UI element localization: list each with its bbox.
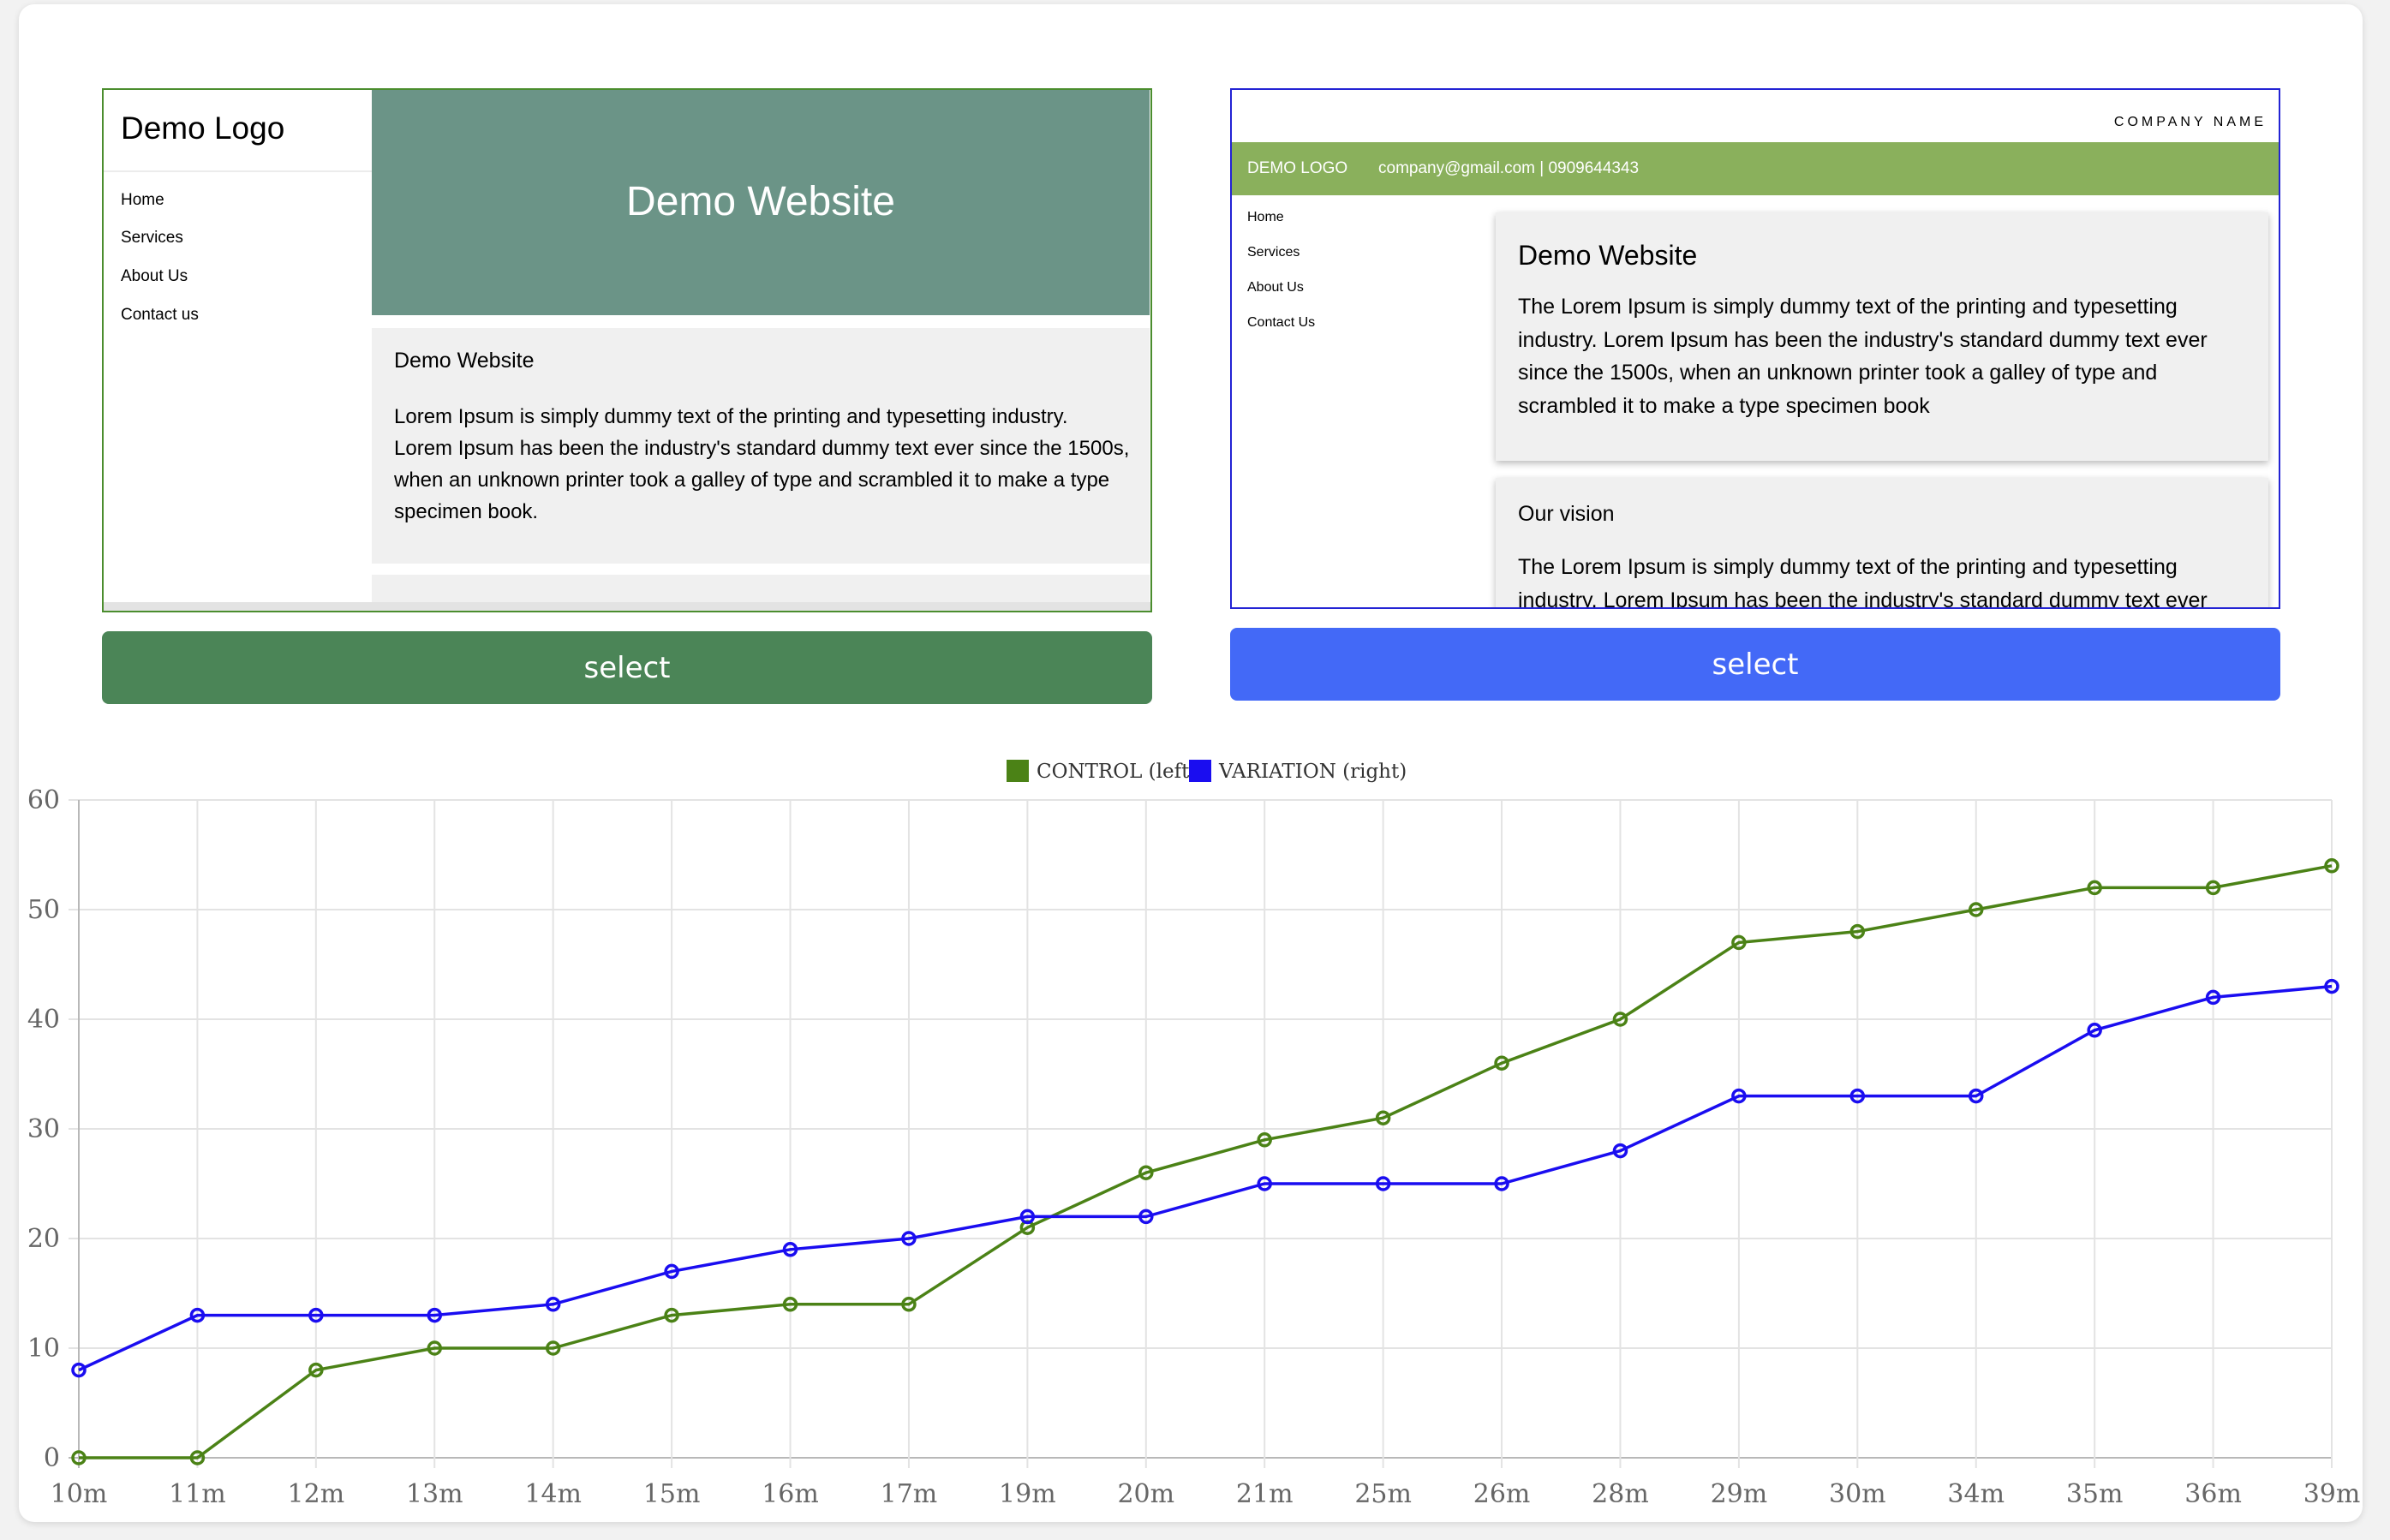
nav-item-about-us[interactable]: About Us: [1247, 280, 1304, 295]
nav-item-about-us[interactable]: About Us: [121, 267, 188, 286]
select-control-button[interactable]: select: [102, 631, 1152, 704]
select-variation-button[interactable]: select: [1230, 628, 2280, 701]
hero-title: Demo Website: [626, 179, 895, 224]
demo-logo: DEMO LOGO: [1247, 159, 1348, 177]
nav-item-contact-us[interactable]: Contact Us: [1247, 315, 1315, 331]
nav-item-services[interactable]: Services: [1247, 245, 1300, 260]
control-website-preview[interactable]: Demo Logo Home Services About Us Contact…: [102, 88, 1152, 612]
header-bar: DEMO LOGO company@gmail.com | 0909644343: [1232, 142, 2279, 195]
scrollbar-track[interactable]: [104, 602, 1150, 611]
vision-card: Our vision The Lorem Ipsum is simply dum…: [1496, 478, 2268, 609]
demo-logo: Demo Logo: [121, 110, 285, 146]
nav-item-contact-us[interactable]: Contact us: [121, 306, 199, 325]
contact-info: company@gmail.com | 0909644343: [1378, 159, 1640, 177]
content-card: Demo Website The Lorem Ipsum is simply d…: [1496, 212, 2268, 461]
card-title: Demo Website: [1518, 240, 1698, 271]
section-text: Lorem Ipsum is simply dummy text of the …: [394, 405, 1130, 523]
card-text: The Lorem Ipsum is simply dummy text of …: [1518, 555, 2208, 609]
company-name: COMPANY NAME: [2113, 115, 2267, 129]
content-section: Demo Website Lorem Ipsum is simply dummy…: [372, 328, 1150, 564]
hero-banner: Demo Website: [372, 90, 1150, 315]
card-text: The Lorem Ipsum is simply dummy text of …: [1518, 295, 2208, 418]
logo-divider: [104, 170, 372, 172]
section-title: Demo Website: [394, 349, 535, 373]
nav-item-services[interactable]: Services: [121, 229, 183, 248]
variation-website-preview[interactable]: COMPANY NAME DEMO LOGO company@gmail.com…: [1230, 88, 2280, 609]
card-title: Our vision: [1518, 502, 1615, 526]
nav-item-home[interactable]: Home: [121, 191, 164, 210]
nav-item-home[interactable]: Home: [1247, 210, 1284, 225]
